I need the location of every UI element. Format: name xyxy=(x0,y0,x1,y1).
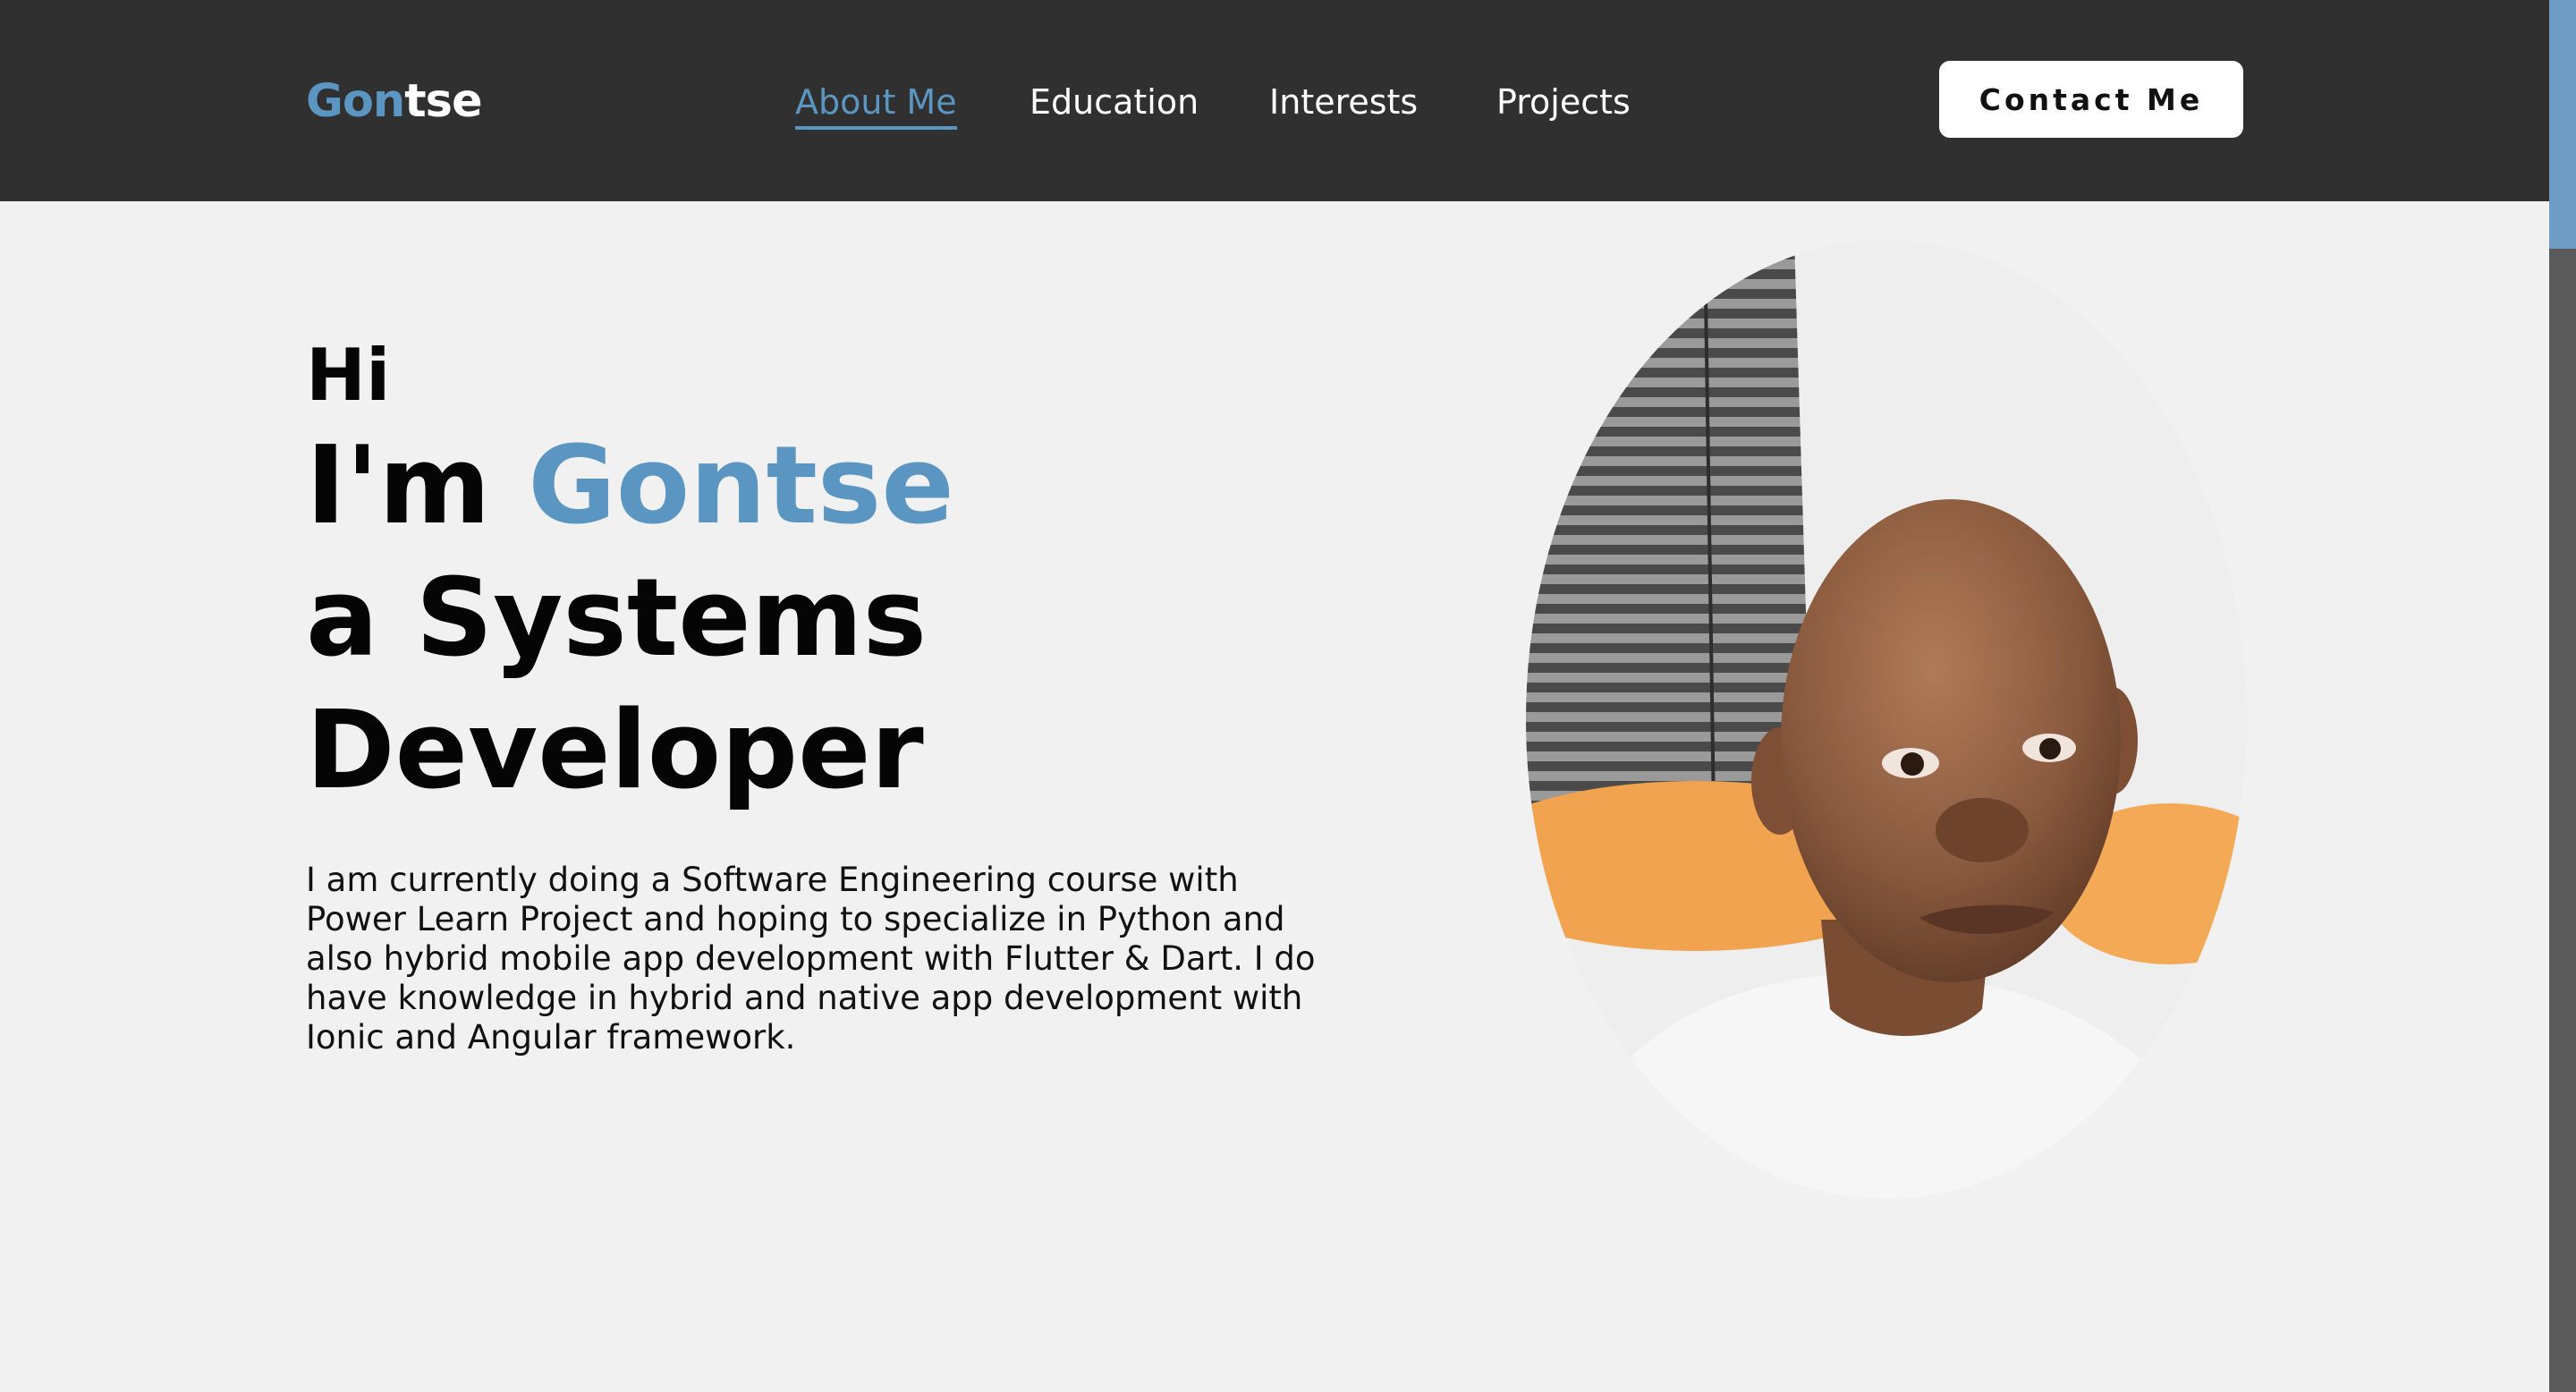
nav-education[interactable]: Education xyxy=(1030,77,1199,127)
profile-photo-illustration xyxy=(1526,240,2247,1199)
greeting: Hi xyxy=(306,334,391,417)
logo-part1: Gon xyxy=(306,75,405,128)
nav-projects[interactable]: Projects xyxy=(1496,77,1631,127)
intro-prefix: I'm xyxy=(306,424,529,548)
nav-about-me[interactable]: About Me xyxy=(795,77,957,130)
role-line-2: Developer xyxy=(306,689,924,813)
hero-bio: I am currently doing a Software Engineer… xyxy=(306,861,1316,1057)
logo-part2: tse xyxy=(404,75,482,128)
site-header: Gontse About Me Education Interests Proj… xyxy=(0,0,2549,201)
profile-photo xyxy=(1526,240,2247,1199)
scrollbar-thumb[interactable] xyxy=(2549,0,2576,249)
hero-heading: Hi I'm Gontse a Systems Developer xyxy=(306,331,1379,818)
hero-name: Gontse xyxy=(528,424,954,548)
nav-interests[interactable]: Interests xyxy=(1269,77,1418,127)
intro-line: I'm Gontse xyxy=(306,420,1379,553)
contact-me-button[interactable]: Contact Me xyxy=(1939,61,2243,138)
role-line-1: a Systems xyxy=(306,556,928,681)
site-logo[interactable]: Gontse xyxy=(306,70,483,134)
